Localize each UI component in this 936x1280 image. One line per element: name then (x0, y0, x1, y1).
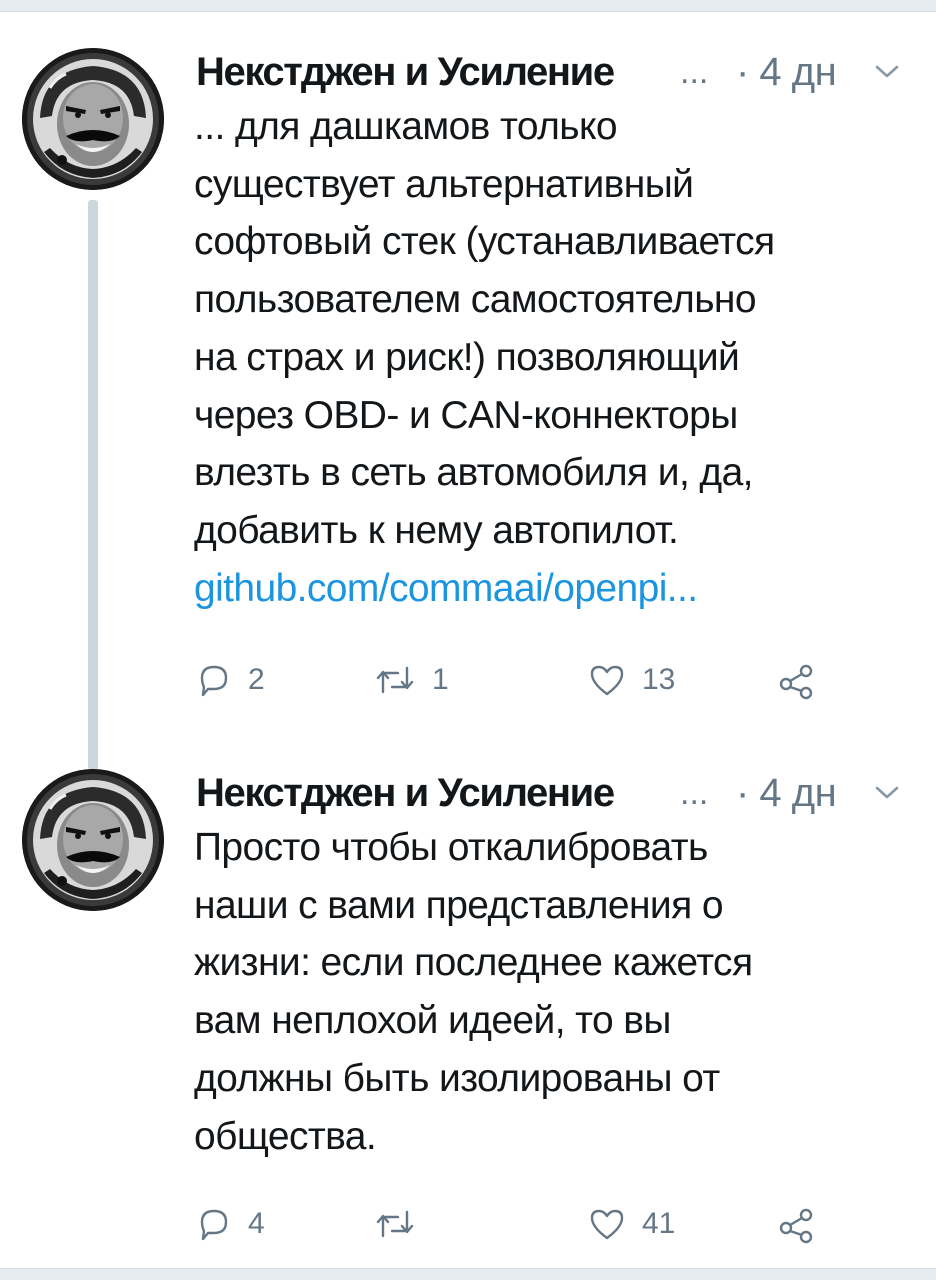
author-name-ellipsis: ... (680, 53, 709, 91)
tweet-text: Просто чтобы откалибровать наши с вами п… (194, 819, 914, 1165)
tweet-text-line: ... для дашкамов только (194, 105, 618, 148)
tweet-text-line: жизни: если последнее кажется (194, 941, 753, 985)
reply-icon (200, 1209, 228, 1241)
top-divider (0, 0, 936, 12)
share-icon (779, 664, 813, 700)
like-button[interactable]: 41 (586, 1202, 675, 1246)
chevron-down-icon[interactable] (874, 783, 900, 803)
reply-button[interactable]: 4 (194, 1202, 265, 1246)
tweet-text-line: должны быть изолированы от (194, 1056, 720, 1100)
tweet-link[interactable]: github.com/commaai/openpi... (194, 567, 698, 610)
retweet-button[interactable]: 1 (372, 658, 449, 702)
tweet-text-line: на страх и риск!) позволяющий (194, 335, 740, 379)
like-count: 13 (642, 663, 676, 696)
tweet-text-line: влезть в сеть автомобиля и, да, (194, 451, 754, 495)
reply-count: 2 (248, 663, 265, 696)
tweet-text-line: добавить к нему автопилот. (194, 508, 679, 552)
tweet-header: Некстджен и Усиление ... · 4 дн (196, 767, 916, 819)
like-count: 41 (642, 1207, 676, 1240)
tweet-actions: 2 1 13 (194, 658, 914, 702)
share-button[interactable] (776, 1202, 818, 1246)
tweet-text-line: общества. (194, 1114, 377, 1158)
tweet-header: Некстджен и Усиление ... · 4 дн (196, 46, 916, 98)
author-name[interactable]: Некстджен и Усиление (196, 46, 615, 98)
astronaut-helmet-portrait-icon (22, 769, 164, 911)
heart-icon (590, 1209, 624, 1240)
tweet[interactable]: Некстджен и Усиление ... · 4 дн ... для … (0, 12, 936, 770)
avatar[interactable] (22, 48, 164, 190)
share-button[interactable] (776, 658, 818, 702)
heart-icon (590, 665, 624, 696)
timestamp[interactable]: · 4 дн (736, 46, 837, 98)
tweet-text-line: существует альтернативный (194, 162, 694, 206)
tweet-text-line: вам неплохой идеей, то вы (194, 999, 671, 1043)
tweet-text-line: Просто чтобы откалибровать (194, 826, 708, 869)
tweet-text-line: через OBD- и CAN-коннекторы (194, 393, 738, 437)
chevron-down-icon[interactable] (874, 62, 900, 82)
author-name-ellipsis: ... (680, 774, 709, 812)
tweet[interactable]: Некстджен и Усиление ... · 4 дн Просто ч… (0, 747, 936, 1268)
author-name[interactable]: Некстджен и Усиление (196, 767, 615, 819)
tweet-text-line: пользователем самостоятельно (194, 278, 757, 322)
avatar[interactable] (22, 769, 164, 911)
like-button[interactable]: 13 (586, 658, 675, 702)
thread-connector-line (88, 200, 98, 770)
retweet-count: 1 (432, 663, 449, 696)
astronaut-helmet-portrait-icon (22, 48, 164, 190)
retweet-button[interactable] (372, 1202, 432, 1246)
retweet-icon (376, 666, 414, 694)
share-icon (779, 1208, 813, 1244)
timestamp[interactable]: · 4 дн (736, 767, 837, 819)
tweet-text-line: наши с вами представления о (194, 883, 724, 927)
reply-button[interactable]: 2 (194, 658, 265, 702)
reply-count: 4 (248, 1207, 265, 1240)
tweet-text-line: софтовый стек (устанавливается (194, 220, 775, 264)
bottom-divider (0, 1268, 936, 1280)
tweet-actions: 4 41 (194, 1202, 914, 1246)
tweet-text: ... для дашкамов только существует альте… (194, 98, 914, 617)
retweet-icon (376, 1210, 414, 1238)
reply-icon (200, 665, 228, 697)
